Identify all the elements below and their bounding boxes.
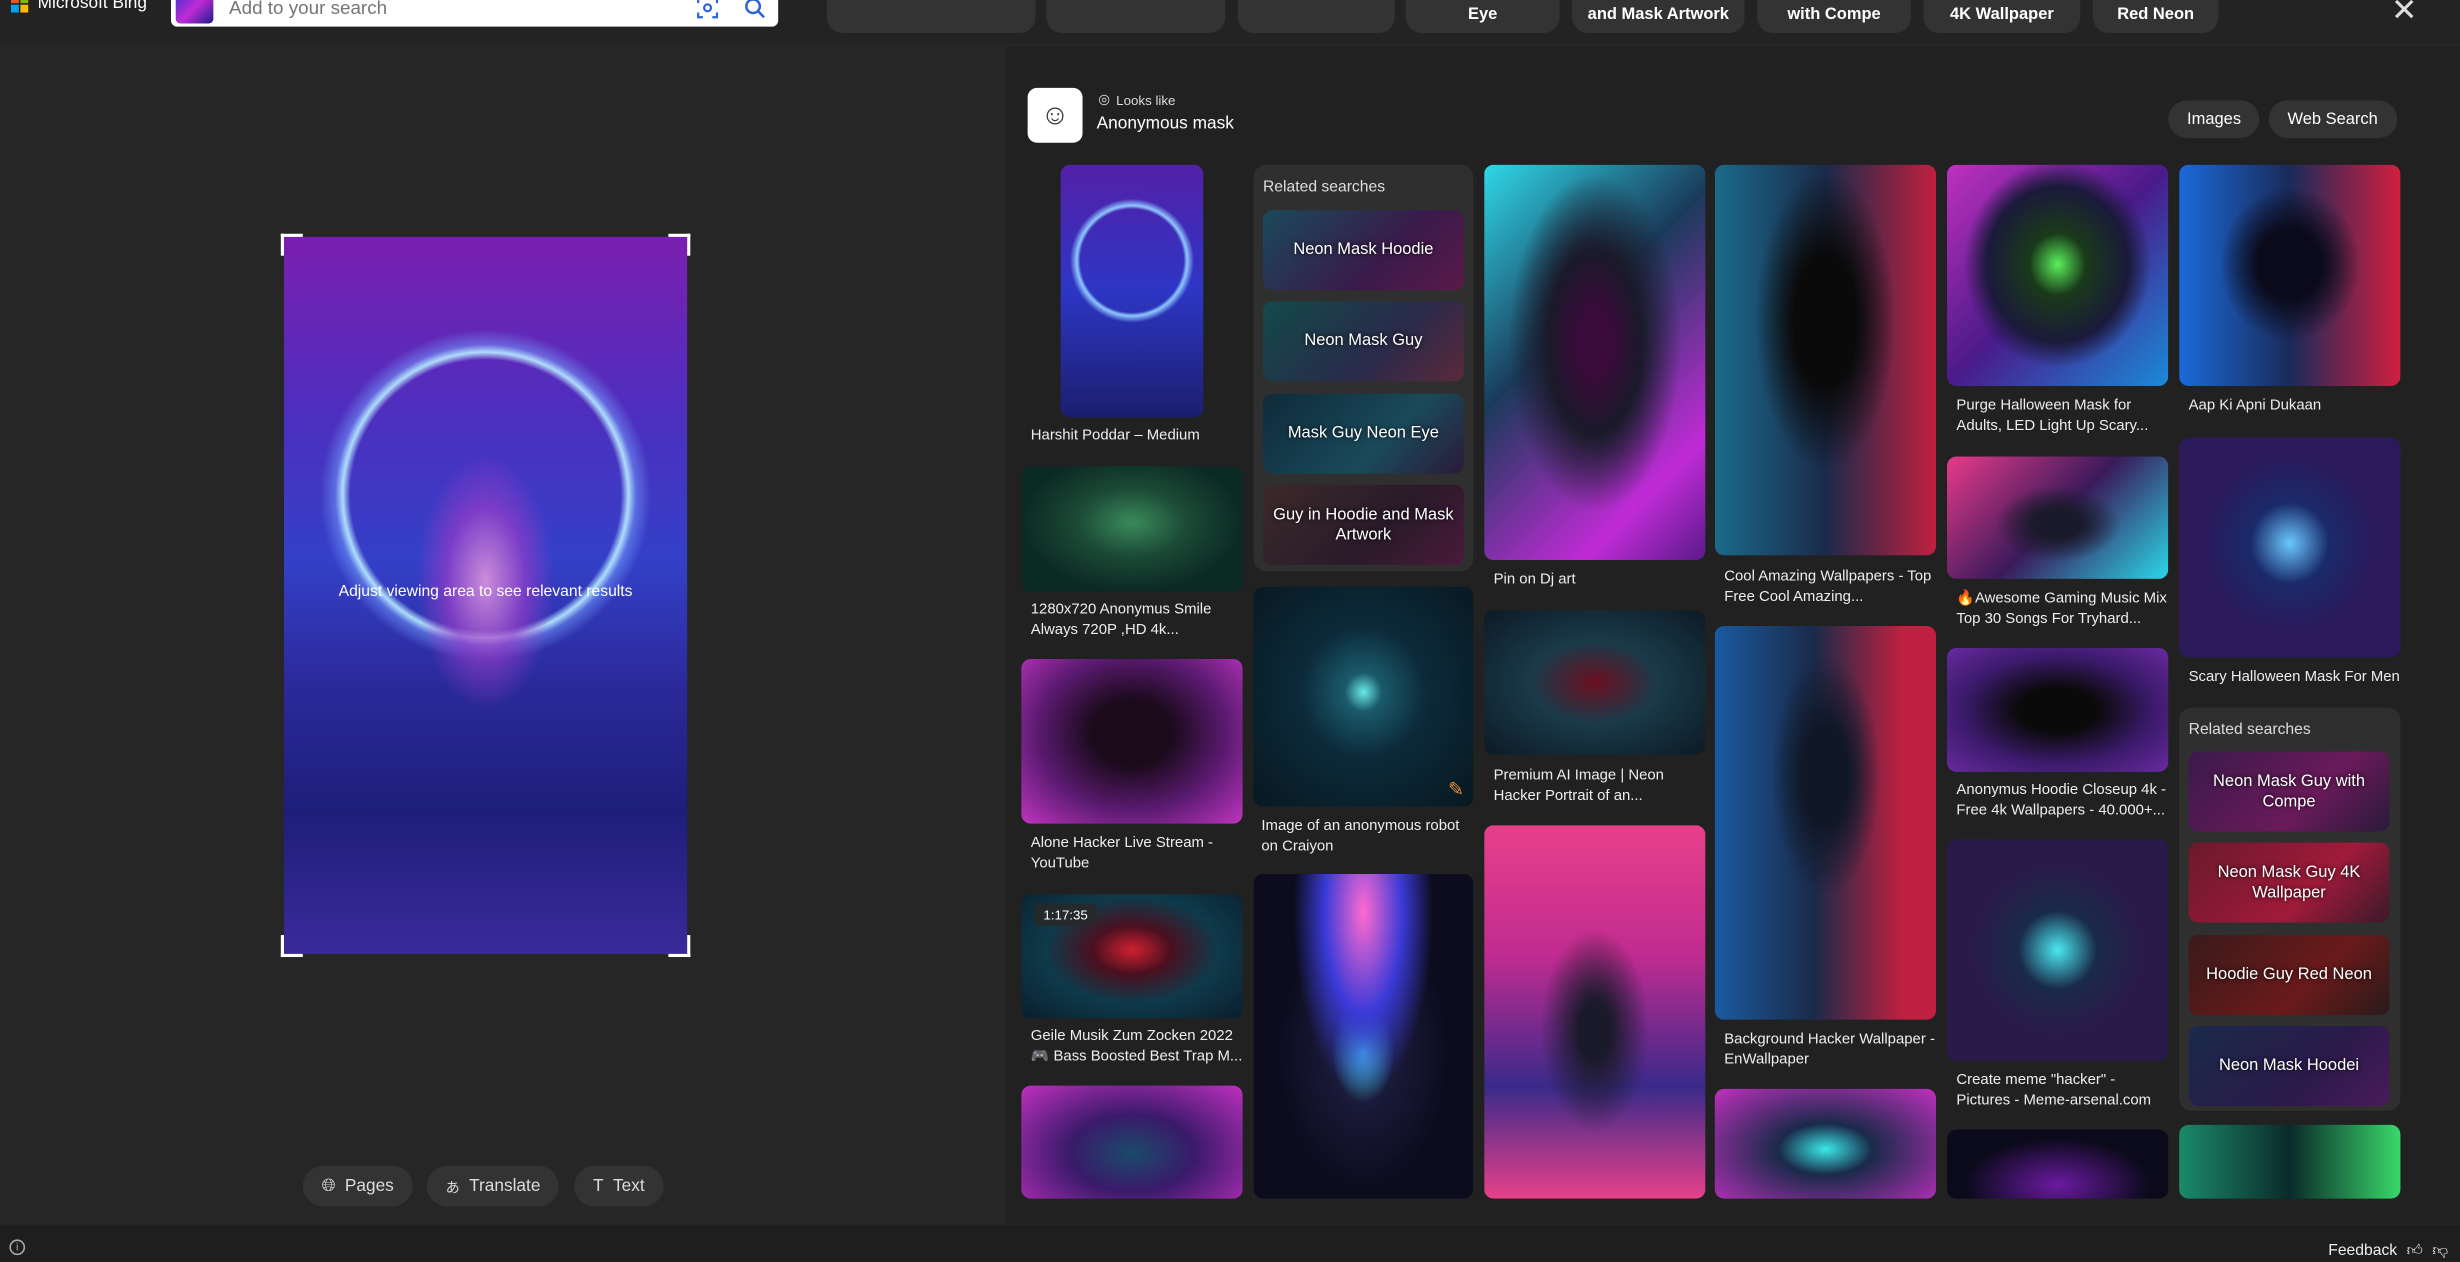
- result-image[interactable]: [2179, 164, 2401, 386]
- translate-icon: あ: [445, 1179, 460, 1195]
- looks-like-label: ◎ Looks like: [1098, 90, 1176, 108]
- related-pill-3[interactable]: [1237, 0, 1395, 33]
- related-search-item[interactable]: Hoodie Guy Red Neon: [2188, 935, 2390, 1016]
- related-searches-title: Related searches: [2188, 721, 2311, 739]
- related-search-item[interactable]: Neon Mask Guy 4K Wallpaper: [2188, 842, 2390, 923]
- search-icon[interactable]: [731, 0, 778, 23]
- pages-button[interactable]: 🌐︎ Pages: [302, 1165, 413, 1207]
- related-search-item[interactable]: Neon Mask Hoodei: [2188, 1026, 2390, 1107]
- result-caption[interactable]: Aap Ki Apni Dukaan: [2189, 395, 2401, 415]
- result-caption[interactable]: Pin on Dj art: [1494, 570, 1706, 590]
- result-caption[interactable]: Geile Musik Zum Zocken 2022 🎮 Bass Boost…: [1031, 1026, 1243, 1067]
- result-image[interactable]: [1947, 456, 2169, 579]
- related-pill-4[interactable]: Eye: [1405, 0, 1560, 33]
- result-caption[interactable]: Harshit Poddar – Medium: [1031, 425, 1243, 445]
- result-caption[interactable]: Alone Hacker Live Stream - YouTube: [1031, 833, 1243, 874]
- brand-name: Microsoft Bing: [37, 0, 148, 13]
- crop-handle-top-right[interactable]: [668, 233, 691, 256]
- related-search-item[interactable]: Neon Mask Hoodie: [1262, 210, 1464, 291]
- text-button[interactable]: T Text: [574, 1165, 664, 1207]
- result-image[interactable]: [1484, 610, 1706, 755]
- microsoft-logo-icon: [10, 0, 29, 12]
- thumbs-down-icon[interactable]: 👎︎: [2432, 1241, 2448, 1260]
- related-search-item[interactable]: Guy in Hoodie and Mask Artwork: [1262, 484, 1464, 565]
- result-caption[interactable]: Background Hacker Wallpaper - EnWallpape…: [1724, 1029, 1936, 1070]
- text-icon: T: [593, 1176, 604, 1196]
- related-pill-5[interactable]: and Mask Artwork: [1572, 0, 1745, 33]
- adjust-hint: Adjust viewing area to see relevant resu…: [338, 583, 633, 601]
- result-image[interactable]: [1714, 625, 1937, 1020]
- result-image[interactable]: [1021, 658, 1243, 824]
- result-caption[interactable]: 🔥Awesome Gaming Music Mix Top 30 Songs F…: [1956, 588, 2168, 629]
- visual-search-icon[interactable]: [684, 0, 731, 23]
- result-caption[interactable]: 1280x720 Anonymus Smile Always 720P ,HD …: [1031, 599, 1243, 640]
- result-caption[interactable]: Purge Halloween Mask for Adults, LED Lig…: [1956, 395, 2168, 436]
- result-image[interactable]: [1714, 1088, 1937, 1199]
- edit-icon: ✎: [1447, 778, 1464, 801]
- bing-logo[interactable]: Microsoft Bing: [10, 0, 148, 13]
- info-icon[interactable]: i: [9, 1239, 26, 1256]
- result-image[interactable]: [1060, 164, 1204, 418]
- result-video[interactable]: 1:17:35: [1021, 894, 1243, 1019]
- related-pill-7[interactable]: 4K Wallpaper: [1923, 0, 2081, 33]
- result-image[interactable]: [1947, 647, 2169, 772]
- crop-handle-top-left[interactable]: [280, 233, 303, 256]
- related-pill-2[interactable]: [1046, 0, 1226, 33]
- video-duration: 1:17:35: [1033, 903, 1098, 926]
- result-caption[interactable]: Create meme "hacker" - Pictures - Meme-a…: [1956, 1070, 2168, 1111]
- entity-name[interactable]: Anonymous mask: [1097, 115, 1234, 134]
- entity-thumbnail[interactable]: ☺: [1027, 87, 1083, 143]
- crop-handle-bottom-right[interactable]: [668, 935, 691, 958]
- close-icon[interactable]: ✕: [2391, 0, 2417, 30]
- result-image[interactable]: [2179, 1124, 2401, 1199]
- search-input[interactable]: [229, 0, 685, 19]
- result-image[interactable]: [1947, 839, 2169, 1061]
- translate-button[interactable]: あ Translate: [426, 1165, 560, 1207]
- result-image[interactable]: [1947, 1129, 2169, 1199]
- related-pill-6[interactable]: with Compe: [1757, 0, 1911, 33]
- crop-handle-bottom-left[interactable]: [280, 935, 303, 958]
- images-button[interactable]: Images: [2168, 100, 2260, 139]
- result-caption[interactable]: Scary Halloween Mask For Men: [2189, 667, 2401, 687]
- related-searches-title: Related searches: [1262, 178, 1386, 197]
- related-search-item[interactable]: Neon Mask Guy: [1262, 301, 1464, 382]
- related-pill-1[interactable]: [826, 0, 1036, 33]
- result-image[interactable]: [1253, 873, 1474, 1199]
- globe-icon: 🌐︎: [321, 1175, 336, 1195]
- result-image[interactable]: [1021, 465, 1243, 592]
- related-search-item[interactable]: Neon Mask Guy with Compe: [2188, 751, 2390, 832]
- result-image[interactable]: [1947, 164, 2169, 386]
- footer: [0, 1225, 2460, 1262]
- search-box[interactable]: [171, 0, 779, 27]
- result-caption[interactable]: Anonymus Hoodie Closeup 4k - Free 4k Wal…: [1956, 780, 2168, 821]
- thumbs-up-icon[interactable]: 👍︎: [2407, 1241, 2423, 1260]
- result-image[interactable]: ✎: [1253, 586, 1474, 807]
- feedback-button[interactable]: Feedback 👍︎ 👎︎: [2328, 1241, 2448, 1260]
- result-image[interactable]: [1484, 825, 1706, 1199]
- related-pill-8[interactable]: Red Neon: [2092, 0, 2219, 33]
- result-image[interactable]: [1714, 164, 1937, 556]
- eye-icon: ◎: [1098, 90, 1110, 107]
- result-image[interactable]: [2179, 437, 2401, 658]
- search-image-thumbnail[interactable]: [175, 0, 214, 23]
- result-image[interactable]: [1484, 164, 1706, 561]
- result-caption[interactable]: Premium AI Image | Neon Hacker Portrait …: [1494, 766, 1706, 807]
- result-caption[interactable]: Cool Amazing Wallpapers - Top Free Cool …: [1724, 566, 1936, 607]
- web-search-button[interactable]: Web Search: [2268, 100, 2397, 139]
- result-image[interactable]: [1021, 1085, 1243, 1199]
- result-caption[interactable]: Image of an anonymous robot on Craiyon: [1261, 816, 1473, 857]
- related-search-item[interactable]: Mask Guy Neon Eye: [1262, 393, 1464, 474]
